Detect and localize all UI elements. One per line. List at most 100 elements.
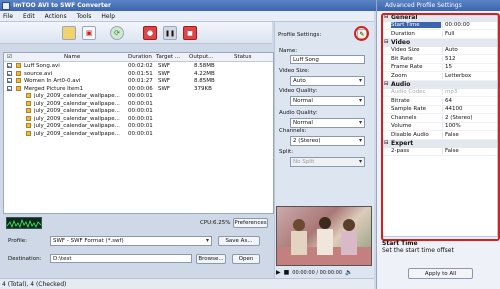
cpu-usage: CPU:6.25%	[200, 220, 231, 226]
pause-icon[interactable]: ❚❚	[163, 26, 177, 40]
file-row[interactable]: source.avi 00:01:51 SWF 4.22MB	[4, 70, 273, 79]
player-time: 00:00:00 / 00:00:00	[292, 269, 343, 276]
file-target: SWF	[158, 63, 171, 69]
menu-tools[interactable]: Tools	[77, 13, 92, 20]
file-name: july_2009_calendar_wallpape...	[34, 123, 120, 129]
file-name: july_2009_calendar_wallpape...	[34, 108, 120, 114]
file-duration: 00:00:01	[128, 108, 153, 114]
menu-help[interactable]: Help	[101, 13, 115, 20]
file-target: SWF	[158, 70, 171, 77]
file-output-size: 4.22MB	[194, 70, 215, 77]
file-row[interactable]: july_2009_calendar_wallpape... 00:00:01	[4, 115, 273, 124]
destination-label: Destination:	[8, 256, 42, 262]
file-row[interactable]: Luff Song.avi 00:02:02 SWF 8.58MB	[4, 63, 273, 71]
file-duration: 00:00:01	[128, 130, 153, 137]
file-row[interactable]: july_2009_calendar_wallpape... 00:00:01	[4, 123, 273, 131]
property-description: Start Time Set the start time offset	[382, 240, 498, 254]
file-row[interactable]: july_2009_calendar_wallpape... 00:00:01	[4, 108, 273, 116]
video-size-select[interactable]: Auto	[290, 76, 365, 86]
channels-select[interactable]: 2 (Stereo)	[290, 136, 365, 146]
col-target[interactable]: Target ...	[156, 54, 180, 60]
row-checkbox[interactable]	[7, 70, 12, 76]
split-label: Split:	[279, 149, 294, 155]
waveform-graphic	[6, 218, 42, 229]
profile-select[interactable]: SWF - SWF Format (*.swf)	[50, 236, 212, 246]
video-file-icon	[26, 123, 31, 128]
convert-icon[interactable]: ⟳	[110, 26, 124, 40]
menu-bar: File Edit Actions Tools Help	[0, 11, 374, 22]
col-name[interactable]: Name	[64, 54, 80, 60]
select-all-checkbox[interactable]: ☑	[7, 54, 12, 60]
row-checkbox[interactable]	[7, 78, 12, 83]
stop-player-icon[interactable]: ■	[284, 269, 290, 276]
split-select: No Split	[290, 157, 365, 167]
property-grid-highlight	[381, 13, 500, 241]
file-duration: 00:00:06	[128, 85, 153, 92]
add-folder-icon[interactable]	[62, 26, 76, 40]
video-file-icon	[16, 63, 21, 68]
menu-actions[interactable]: Actions	[45, 13, 67, 20]
audio-waveform	[6, 217, 42, 229]
menu-edit[interactable]: Edit	[23, 13, 35, 20]
folder-icon	[16, 85, 21, 91]
file-row[interactable]: Women In Art0-0.avi 00:01:27 SWF 8.85MB	[4, 78, 273, 86]
file-row[interactable]: july_2009_calendar_wallpape... 00:00:01	[4, 100, 273, 109]
col-output[interactable]: Output...	[189, 54, 213, 60]
video-file-icon	[26, 108, 31, 113]
preferences-button[interactable]: Preferences	[233, 218, 268, 228]
add-file-icon[interactable]: ▣	[82, 26, 96, 40]
save-as-button[interactable]: Save As...	[218, 236, 260, 246]
audio-quality-select[interactable]: Normal	[290, 118, 365, 128]
player-controls: ▶ ■ 00:00:00 / 00:00:00 🔈	[276, 268, 372, 277]
menu-file[interactable]: File	[3, 13, 13, 20]
app-logo-icon	[2, 1, 10, 10]
file-row[interactable]: july_2009_calendar_wallpape... 00:00:01	[4, 130, 273, 139]
file-duration: 00:00:01	[128, 115, 153, 122]
video-quality-select[interactable]: Normal	[290, 96, 365, 106]
status-bar: 4 (Total), 4 (Checked)	[0, 278, 374, 289]
video-file-icon	[26, 130, 31, 136]
file-duration: 00:00:01	[128, 100, 153, 107]
record-icon[interactable]: ●	[143, 26, 157, 40]
video-quality-label: Video Quality:	[279, 88, 318, 94]
toolbar: ▣ ⟳ ● ❚❚ ■	[0, 22, 272, 44]
channels-label: Channels:	[279, 128, 307, 134]
row-checkbox[interactable]	[7, 63, 12, 68]
file-output-size: 8.58MB	[194, 63, 215, 69]
advanced-button-highlight	[354, 26, 369, 41]
file-name: Women In Art0-0.avi	[24, 78, 81, 84]
file-name: july_2009_calendar_wallpape...	[34, 100, 120, 107]
file-name: july_2009_calendar_wallpape...	[34, 115, 120, 122]
video-file-icon	[16, 70, 21, 76]
apply-to-all-button[interactable]: Apply to All	[408, 268, 473, 279]
advanced-panel-title: Advanced Profile Settings	[377, 0, 500, 11]
video-file-icon	[26, 115, 31, 121]
status-text: 4 (Total), 4 (Checked)	[2, 280, 67, 288]
col-duration[interactable]: Duration	[128, 54, 152, 60]
name-field[interactable]: Luff Song	[290, 55, 365, 64]
row-checkbox[interactable]	[7, 85, 12, 91]
play-icon[interactable]: ▶	[276, 269, 281, 276]
file-list: ☑ Name Duration Target ... Output... Sta…	[3, 52, 274, 214]
video-size-label: Video Size:	[279, 68, 310, 74]
video-file-icon	[26, 93, 31, 98]
col-status[interactable]: Status	[234, 54, 252, 60]
file-name: Luff Song.avi	[24, 63, 60, 69]
stop-icon[interactable]: ■	[183, 26, 197, 40]
open-button[interactable]: Open	[232, 254, 260, 264]
description-title: Start Time	[382, 240, 418, 247]
video-preview	[276, 206, 372, 266]
file-row[interactable]: july_2009_calendar_wallpape... 00:00:01	[4, 93, 273, 101]
file-duration: 00:00:01	[128, 123, 153, 129]
browse-button[interactable]: Browse...	[196, 254, 226, 264]
volume-icon[interactable]: 🔈	[345, 269, 352, 276]
file-target: SWF	[158, 85, 171, 92]
file-list-header: ☑ Name Duration Target ... Output... Sta…	[4, 53, 273, 62]
destination-field[interactable]: D:\test	[50, 254, 192, 263]
file-row[interactable]: Merged Picture Item1 00:00:06 SWF 379KB	[4, 85, 273, 94]
preview-image	[277, 217, 371, 265]
window-title: ImTOO AVI to SWF Converter	[13, 2, 111, 9]
file-target: SWF	[158, 78, 171, 84]
profile-label: Profile:	[8, 238, 27, 244]
file-name: july_2009_calendar_wallpape...	[34, 130, 120, 137]
